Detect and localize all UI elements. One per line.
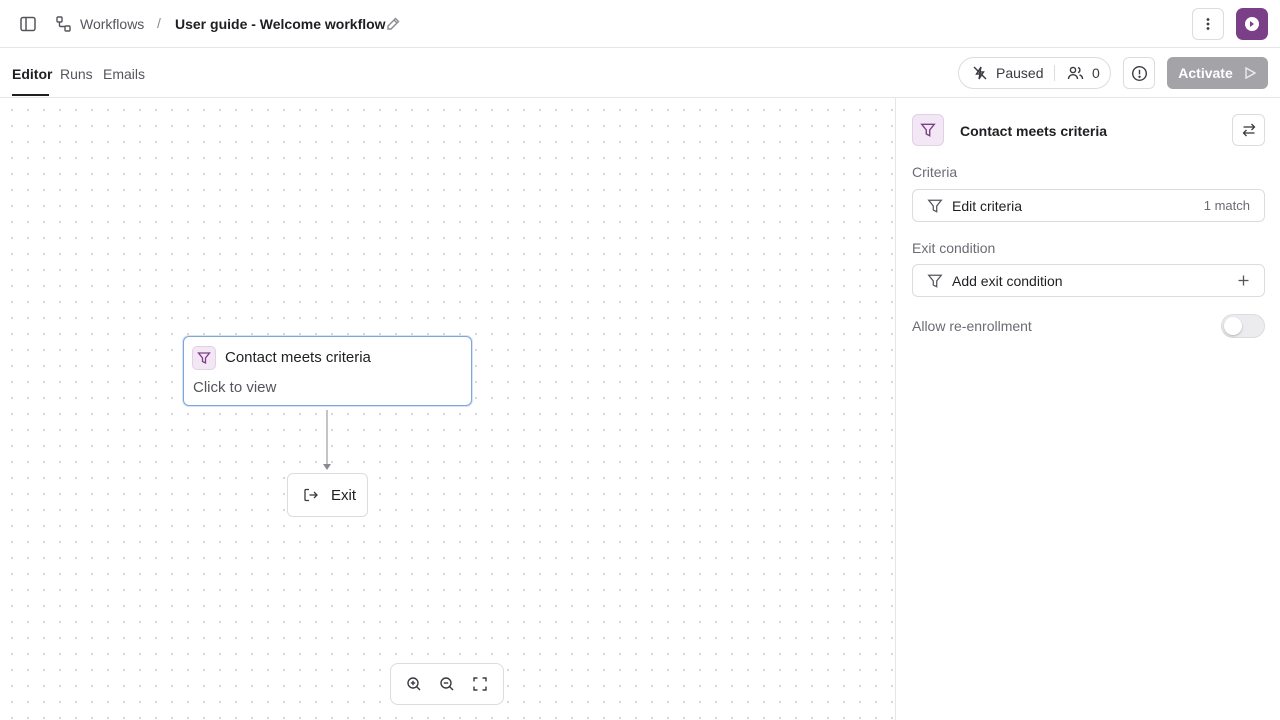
activate-label: Activate xyxy=(1178,65,1233,81)
top-bar: Workflows / User guide - Welcome workflo… xyxy=(0,0,1280,48)
bolt-off-icon xyxy=(973,66,987,80)
filter-icon xyxy=(927,199,943,213)
plus-icon xyxy=(1238,275,1249,286)
status-pill: Paused 0 xyxy=(958,57,1111,89)
swap-icon[interactable] xyxy=(1232,114,1265,146)
tab-bar: Editor Runs Emails Paused 0 Activate xyxy=(0,49,1280,98)
users-icon xyxy=(1067,66,1084,80)
sidebar-toggle-icon[interactable] xyxy=(16,12,40,36)
info-button[interactable] xyxy=(1123,57,1155,89)
panel-title: Contact meets criteria xyxy=(960,123,1108,139)
criteria-section-label: Criteria xyxy=(912,164,958,180)
info-icon xyxy=(1131,65,1147,81)
breadcrumb-workflows[interactable]: Workflows xyxy=(80,16,144,32)
add-exit-label: Add exit condition xyxy=(952,272,1063,289)
play-icon xyxy=(1245,66,1257,80)
more-vertical-icon[interactable] xyxy=(1192,8,1224,40)
exit-node-label: Exit xyxy=(331,486,357,504)
pencil-icon[interactable] xyxy=(384,15,402,33)
workflow-canvas[interactable]: Contact meets criteria Click to view Exi… xyxy=(0,98,895,720)
enrolled-count-button[interactable]: 0 xyxy=(1055,58,1100,88)
match-count: 1 match xyxy=(1203,198,1250,213)
edit-criteria-button[interactable]: Edit criteria 1 match xyxy=(912,189,1265,222)
workflow-icon xyxy=(55,15,73,33)
add-exit-condition-button[interactable]: Add exit condition xyxy=(912,264,1265,297)
filter-icon xyxy=(927,274,943,288)
breadcrumb-separator: / xyxy=(157,15,161,31)
zoom-controls xyxy=(390,663,504,705)
zoom-out-icon[interactable] xyxy=(433,670,461,698)
exit-node[interactable]: Exit xyxy=(287,473,368,517)
activate-button[interactable]: Activate xyxy=(1167,57,1268,89)
paused-status-button[interactable]: Paused xyxy=(959,58,1054,88)
exit-section-label: Exit condition xyxy=(912,240,996,256)
fit-screen-icon[interactable] xyxy=(466,670,494,698)
enrolled-count: 0 xyxy=(1092,65,1100,81)
tab-runs[interactable]: Runs xyxy=(60,66,93,82)
active-tab-indicator xyxy=(12,94,49,96)
toggle-knob xyxy=(1224,317,1242,335)
edit-criteria-label: Edit criteria xyxy=(952,197,1023,214)
zoom-in-icon[interactable] xyxy=(400,670,428,698)
tab-editor[interactable]: Editor xyxy=(12,66,52,82)
reenroll-toggle[interactable] xyxy=(1221,314,1265,338)
exit-icon xyxy=(304,488,318,502)
avatar[interactable] xyxy=(1236,8,1268,40)
tab-emails[interactable]: Emails xyxy=(103,66,145,82)
reenroll-label: Allow re-enrollment xyxy=(912,318,1032,334)
status-label: Paused xyxy=(996,65,1044,81)
node-connector xyxy=(323,410,331,470)
filter-icon xyxy=(912,114,944,146)
step-detail-panel: Contact meets criteria Criteria Edit cri… xyxy=(895,98,1280,720)
page-title: User guide - Welcome workflow xyxy=(175,16,386,32)
